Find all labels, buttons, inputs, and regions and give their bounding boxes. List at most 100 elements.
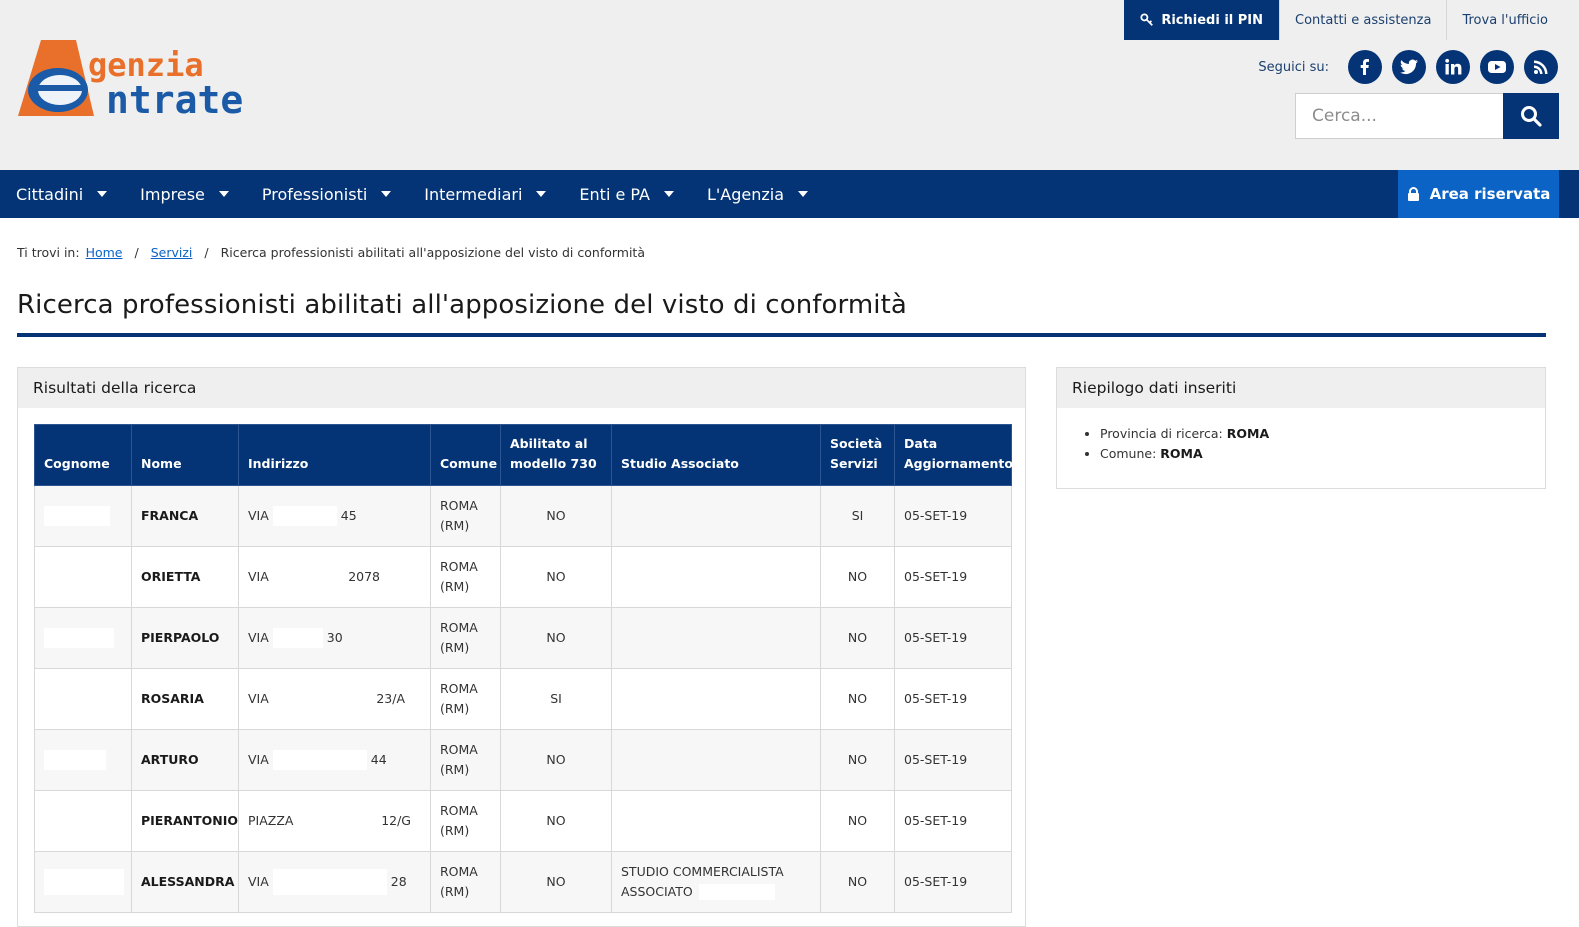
nav-imprese[interactable]: Imprese: [124, 170, 246, 218]
col-header-studio-associato[interactable]: Studio Associato: [611, 424, 821, 486]
cell-modello-730: NO: [500, 607, 612, 669]
cell-nome: PIERANTONIO: [131, 790, 239, 852]
caret-down-icon: [536, 191, 547, 197]
cell-comune: ROMA (RM): [430, 668, 501, 730]
table-row: ALESSANDRA VIA 28 ROMA (RM) NO STUDIO COMM…: [34, 851, 1012, 913]
contatti-assistenza-link[interactable]: Contatti e assistenza: [1279, 0, 1446, 40]
richiedi-pin-link[interactable]: Richiedi il PIN: [1124, 0, 1280, 40]
nav-label: Cittadini: [16, 184, 84, 204]
cell-modello-730: NO: [500, 485, 612, 547]
breadcrumb-current: Ricerca professionisti abilitati all'app…: [220, 245, 645, 260]
redacted-block: [698, 884, 775, 900]
col-header-indirizzo[interactable]: Indirizzo: [238, 424, 431, 486]
addr-number: 12/G: [381, 813, 411, 828]
cell-modello-730: NO: [500, 851, 612, 913]
addr-number: 45: [340, 508, 357, 523]
comune-city: ROMA: [440, 498, 478, 513]
redacted-block: [272, 869, 387, 895]
summary-value: ROMA: [1226, 426, 1270, 441]
addr-street-type: VIA: [248, 874, 269, 889]
comune-province: (RM): [440, 640, 470, 655]
cell-societa-servizi: NO: [820, 668, 895, 730]
comune-province: (RM): [440, 518, 470, 533]
cell-modello-730: NO: [500, 546, 612, 608]
rss-icon[interactable]: [1524, 50, 1558, 84]
redacted-block: [272, 750, 367, 770]
studio-line-2: ASSOCIATO: [621, 884, 693, 899]
summary-panel-title: Riepilogo dati inseriti: [1057, 368, 1545, 408]
cell-societa-servizi: NO: [820, 607, 895, 669]
nav-label: Enti e PA: [579, 184, 650, 204]
studio-line-1: STUDIO COMMERCIALISTA: [621, 864, 784, 879]
key-icon: [1140, 13, 1154, 26]
cell-studio-associato: [611, 668, 821, 730]
breadcrumb-servizi-link[interactable]: Servizi: [151, 245, 193, 260]
cell-data-aggiornamento: 05-SET-19: [894, 729, 1012, 791]
breadcrumb: Ti trovi in: Home / Servizi / Ricerca pr…: [17, 245, 645, 260]
cell-indirizzo: VIA 30: [238, 607, 431, 669]
summary-value: ROMA: [1160, 446, 1203, 461]
cell-modello-730: SI: [500, 668, 612, 730]
nav-label: L'Agenzia: [706, 184, 785, 204]
col-header-modello-730[interactable]: Abilitato al modello 730: [500, 424, 612, 486]
cell-studio-associato: [611, 607, 821, 669]
cell-cognome: [34, 668, 132, 730]
nav-cittadini[interactable]: Cittadini: [0, 170, 124, 218]
col-header-societa-servizi[interactable]: Società Servizi: [820, 424, 895, 486]
table-row: ROSARIA VIA 23/A ROMA (RM) SI NO 05-SET-19: [34, 668, 1012, 730]
agenzia-entrate-logo[interactable]: genzia ntrate: [16, 38, 276, 118]
cell-nome: ROSARIA: [131, 668, 239, 730]
breadcrumb-separator: /: [204, 245, 209, 260]
cell-studio-associato: [611, 485, 821, 547]
addr-number: 2078: [348, 569, 380, 584]
facebook-icon[interactable]: [1348, 50, 1382, 84]
addr-street-type: PIAZZA: [248, 813, 294, 828]
comune-city: ROMA: [440, 742, 478, 757]
linkedin-icon[interactable]: [1436, 50, 1470, 84]
cell-nome: FRANCA: [131, 485, 239, 547]
col-header-comune[interactable]: Comune: [430, 424, 501, 486]
comune-city: ROMA: [440, 864, 478, 879]
cell-cognome: [34, 729, 132, 791]
twitter-icon[interactable]: [1392, 50, 1426, 84]
nav-intermediari[interactable]: Intermediari: [408, 170, 563, 218]
cell-modello-730: NO: [500, 729, 612, 791]
breadcrumb-home-link[interactable]: Home: [86, 245, 123, 260]
cell-nome: ORIETTA: [131, 546, 239, 608]
cell-indirizzo: VIA 28: [238, 851, 431, 913]
nav-enti-pa[interactable]: Enti e PA: [563, 170, 691, 218]
comune-city: ROMA: [440, 803, 478, 818]
search-icon: [1521, 106, 1542, 127]
youtube-icon[interactable]: [1480, 50, 1514, 84]
table-row: PIERANTONIO PIAZZA 12/G ROMA (RM) NO NO 05…: [34, 790, 1012, 852]
social-links: Seguici su:: [1258, 50, 1558, 84]
nav-professionisti[interactable]: Professionisti: [246, 170, 408, 218]
search-input[interactable]: [1295, 93, 1503, 139]
comune-province: (RM): [440, 701, 470, 716]
search-button[interactable]: [1503, 93, 1559, 139]
top-utility-bar: Richiedi il PIN Contatti e assistenza Tr…: [1124, 0, 1563, 40]
col-header-cognome[interactable]: Cognome: [34, 424, 132, 486]
addr-number: 28: [390, 874, 407, 889]
cell-studio-associato: [611, 546, 821, 608]
summary-panel: Riepilogo dati inseriti Provincia di ric…: [1056, 367, 1546, 489]
lock-icon: [1407, 186, 1419, 201]
breadcrumb-separator: /: [134, 245, 139, 260]
col-header-data-aggiornamento[interactable]: Data Aggiornamento: [894, 424, 1013, 486]
area-riservata-button[interactable]: Area riservata: [1398, 170, 1559, 218]
social-label: Seguici su:: [1258, 59, 1329, 75]
comune-province: (RM): [440, 823, 470, 838]
redacted-block: [44, 506, 110, 527]
col-header-nome[interactable]: Nome: [131, 424, 239, 486]
addr-number: 30: [326, 630, 343, 645]
comune-city: ROMA: [440, 620, 478, 635]
trova-ufficio-link[interactable]: Trova l'ufficio: [1446, 0, 1563, 40]
nav-agenzia[interactable]: L'Agenzia: [691, 170, 825, 218]
site-header: genzia ntrate Richiedi il PIN Contatti e…: [0, 0, 1579, 170]
cell-comune: ROMA (RM): [430, 790, 501, 852]
cell-comune: ROMA (RM): [430, 485, 501, 547]
cell-nome: PIERPAOLO: [131, 607, 239, 669]
addr-street-type: VIA: [248, 630, 269, 645]
summary-label: Provincia di ricerca:: [1100, 426, 1223, 441]
caret-down-icon: [798, 191, 809, 197]
